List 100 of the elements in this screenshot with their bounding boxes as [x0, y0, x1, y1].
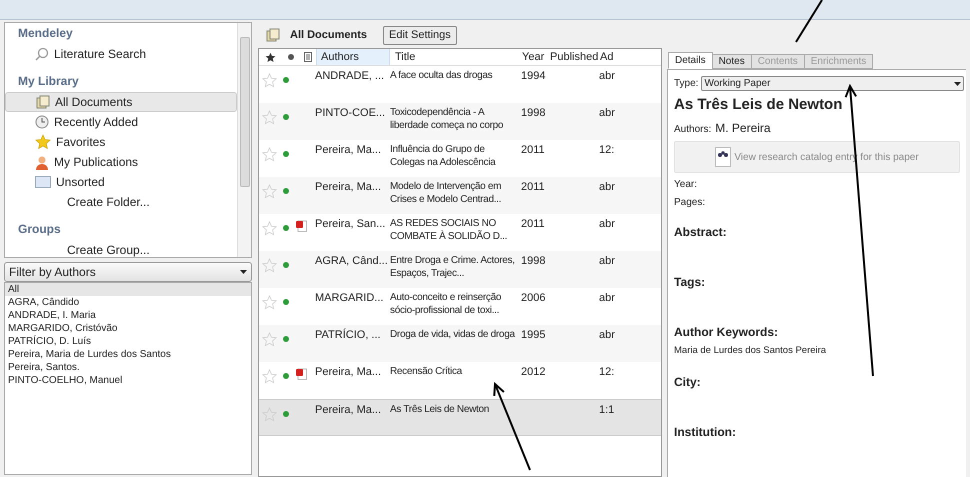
table-cell: abr [599, 106, 615, 120]
field-label: Year: [674, 179, 698, 191]
author-item[interactable]: MARGARIDO, Cristóvão [5, 322, 251, 335]
star-icon[interactable] [262, 332, 277, 347]
table-cell: 12: [599, 143, 614, 157]
table-cell: abr [599, 254, 615, 268]
tab[interactable]: Details [668, 52, 713, 69]
document-row[interactable]: Pereira, Ma... Modelo de Intervenção em Crises e Modelo Centrad... 2011 abr [259, 177, 661, 214]
document-row[interactable]: PINTO-COE... Toxicodependência - A liberdade começa no corpo 1998 abr [259, 103, 661, 140]
author-item[interactable]: Pereira, Santos. [5, 361, 251, 374]
column-header[interactable]: Ad [598, 49, 614, 66]
section-heading: Mendeley [17, 26, 74, 41]
document-row[interactable]: Pereira, Ma... As Três Leis de Newton 1:1 [259, 399, 661, 436]
table-cell: AGRA, Când... [315, 254, 389, 268]
author-item[interactable]: PATRÍCIO, D. Luís [5, 335, 251, 348]
author-item[interactable]: ANDRADE, I. Maria [5, 309, 251, 322]
section-heading: Groups [17, 222, 62, 237]
star-icon [35, 134, 51, 150]
table-cell: abr [599, 217, 615, 231]
field-value: Maria de Lurdes dos Santos Pereira [674, 344, 828, 358]
table-cell-text: Auto-conceito e reinserção sócio-profissional de toxi... [389, 291, 502, 317]
sidebar-item[interactable]: All Documents [5, 92, 237, 112]
table-cell: abr [599, 69, 615, 83]
document-row[interactable]: PATRÍCIO, ... Droga de vida, vidas de droga 1995 abr [259, 325, 661, 362]
table-cell-text: Modelo de Intervenção em Crises e Modelo Centrad... [389, 180, 502, 206]
type-dropdown[interactable]: Working Paper [701, 76, 964, 91]
column-header[interactable]: Title [390, 49, 522, 66]
dropdown-caret-icon [240, 270, 247, 274]
star-icon[interactable] [262, 221, 277, 236]
table-cell-text: Pereira, Ma... [315, 365, 382, 379]
author-item[interactable]: AGRA, Cândido [5, 296, 251, 309]
star-icon[interactable] [262, 295, 277, 310]
column-header[interactable]: Year [522, 49, 548, 66]
sidebar-item[interactable]: My Publications [5, 152, 237, 172]
author-name[interactable]: M. Pereira [715, 119, 771, 137]
document-row[interactable]: AGRA, Când... Entre Droga e Crime. Actores, Espaços, Trajec... 1998 abr [259, 251, 661, 288]
star-icon[interactable] [262, 110, 277, 125]
field-label: Pages: [674, 197, 706, 209]
document-title: As Três Leis de Newton [674, 96, 844, 114]
table-cell-text: Toxicodependência - A liberdade começa no corpo [389, 106, 504, 132]
column-header[interactable]: Authors [316, 49, 390, 65]
table-cell-text: 1998 [521, 254, 546, 268]
sidebar-item[interactable]: Favorites [5, 132, 237, 152]
table-cell-text: PATRÍCIO, ... [315, 328, 382, 342]
document-column-icon [304, 52, 312, 62]
field-label: Type: [674, 77, 698, 91]
tab[interactable]: Notes [712, 54, 752, 69]
section-heading: My Library [17, 74, 80, 89]
column-header[interactable]: Published [548, 49, 598, 66]
star-icon[interactable] [262, 258, 277, 273]
table-cell: abr [599, 291, 615, 305]
table-cell-text: ANDRADE, ... [315, 69, 386, 83]
table-cell-text: Pereira, San... [315, 217, 386, 231]
search-icon [35, 47, 49, 61]
table-cell-text: 1998 [521, 106, 546, 120]
table-cell-text: Droga de vida, vidas de droga [389, 328, 516, 341]
star-column-icon [265, 52, 276, 62]
table-cell-text: 2011 [521, 143, 546, 157]
field-heading: Abstract: [674, 225, 728, 239]
catalog-icon [715, 147, 732, 167]
filter-dropdown[interactable]: Filter by Authors [4, 262, 252, 282]
table-cell: 12: [599, 365, 614, 379]
dropdown-caret-icon [954, 82, 961, 86]
sidebar-item[interactable]: Unsorted [5, 172, 237, 192]
star-icon[interactable] [262, 369, 277, 384]
table-cell-text: Pereira, Ma... [315, 403, 382, 417]
sidebar-item[interactable]: Literature Search [5, 44, 237, 64]
table-cell-text: MARGARID... [315, 291, 384, 305]
table-cell-text: 1994 [521, 69, 546, 83]
star-icon[interactable] [262, 407, 277, 422]
table-cell-text: Influência do Grupo de Colegas na Adolescência [389, 143, 497, 169]
table-cell: abr [599, 180, 615, 194]
table-cell-text: 2006 [521, 291, 546, 305]
author-item[interactable]: All [5, 283, 251, 296]
sidebar-item[interactable]: Recently Added [5, 112, 237, 132]
author-item[interactable]: PINTO-COELHO, Manuel [5, 374, 251, 387]
scrollbar[interactable] [237, 23, 251, 257]
table-cell-text: PINTO-COE... [315, 106, 386, 120]
table-cell: abr [599, 328, 615, 342]
field-heading: Author Keywords: [674, 325, 780, 339]
table-cell-text: As Três Leis de Newton [389, 403, 490, 416]
sidebar-item[interactable]: Create Group... [5, 240, 237, 257]
edit-settings-button[interactable]: Edit Settings [383, 26, 457, 44]
table-cell-text: 2011 [521, 217, 546, 231]
table-cell-text: 2011 [521, 180, 546, 194]
table-cell-text: Pereira, Ma... [315, 143, 382, 157]
table-cell-text: Pereira, Ma... [315, 180, 382, 194]
star-icon[interactable] [262, 184, 277, 199]
table-cell-text: 2012 [521, 365, 546, 379]
view-title: All Documents [290, 28, 368, 43]
person-icon [35, 154, 49, 170]
star-icon[interactable] [262, 147, 277, 162]
table-cell: 1:1 [599, 403, 614, 417]
dot-column-icon [288, 54, 294, 60]
author-item[interactable]: Pereira, Maria de Lurdes dos Santos [5, 348, 251, 361]
field-heading: Tags: [674, 275, 706, 289]
sidebar-item[interactable]: Create Folder... [5, 192, 237, 212]
star-icon[interactable] [262, 73, 277, 88]
clock-icon [35, 115, 49, 129]
table-cell-text: Entre Droga e Crime. Actores, Espaços, Trajec... [389, 254, 516, 280]
